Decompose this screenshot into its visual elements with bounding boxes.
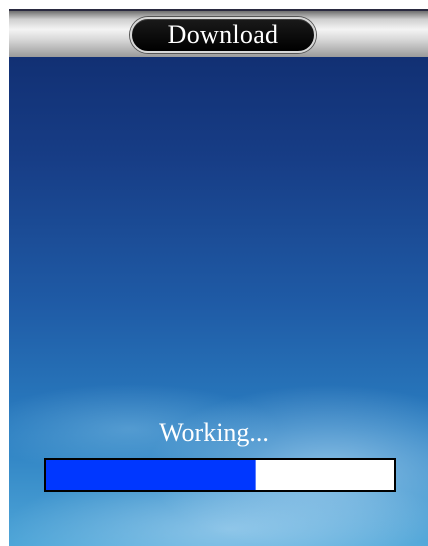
status-label: Working... xyxy=(159,418,269,447)
page-title: Download xyxy=(167,20,279,49)
device-frame: Download Working... xyxy=(0,0,428,546)
progress-bar-fill xyxy=(46,460,256,490)
title-bar: Download xyxy=(9,9,428,57)
progress-bar xyxy=(44,458,396,492)
title-pill: Download xyxy=(130,17,316,53)
